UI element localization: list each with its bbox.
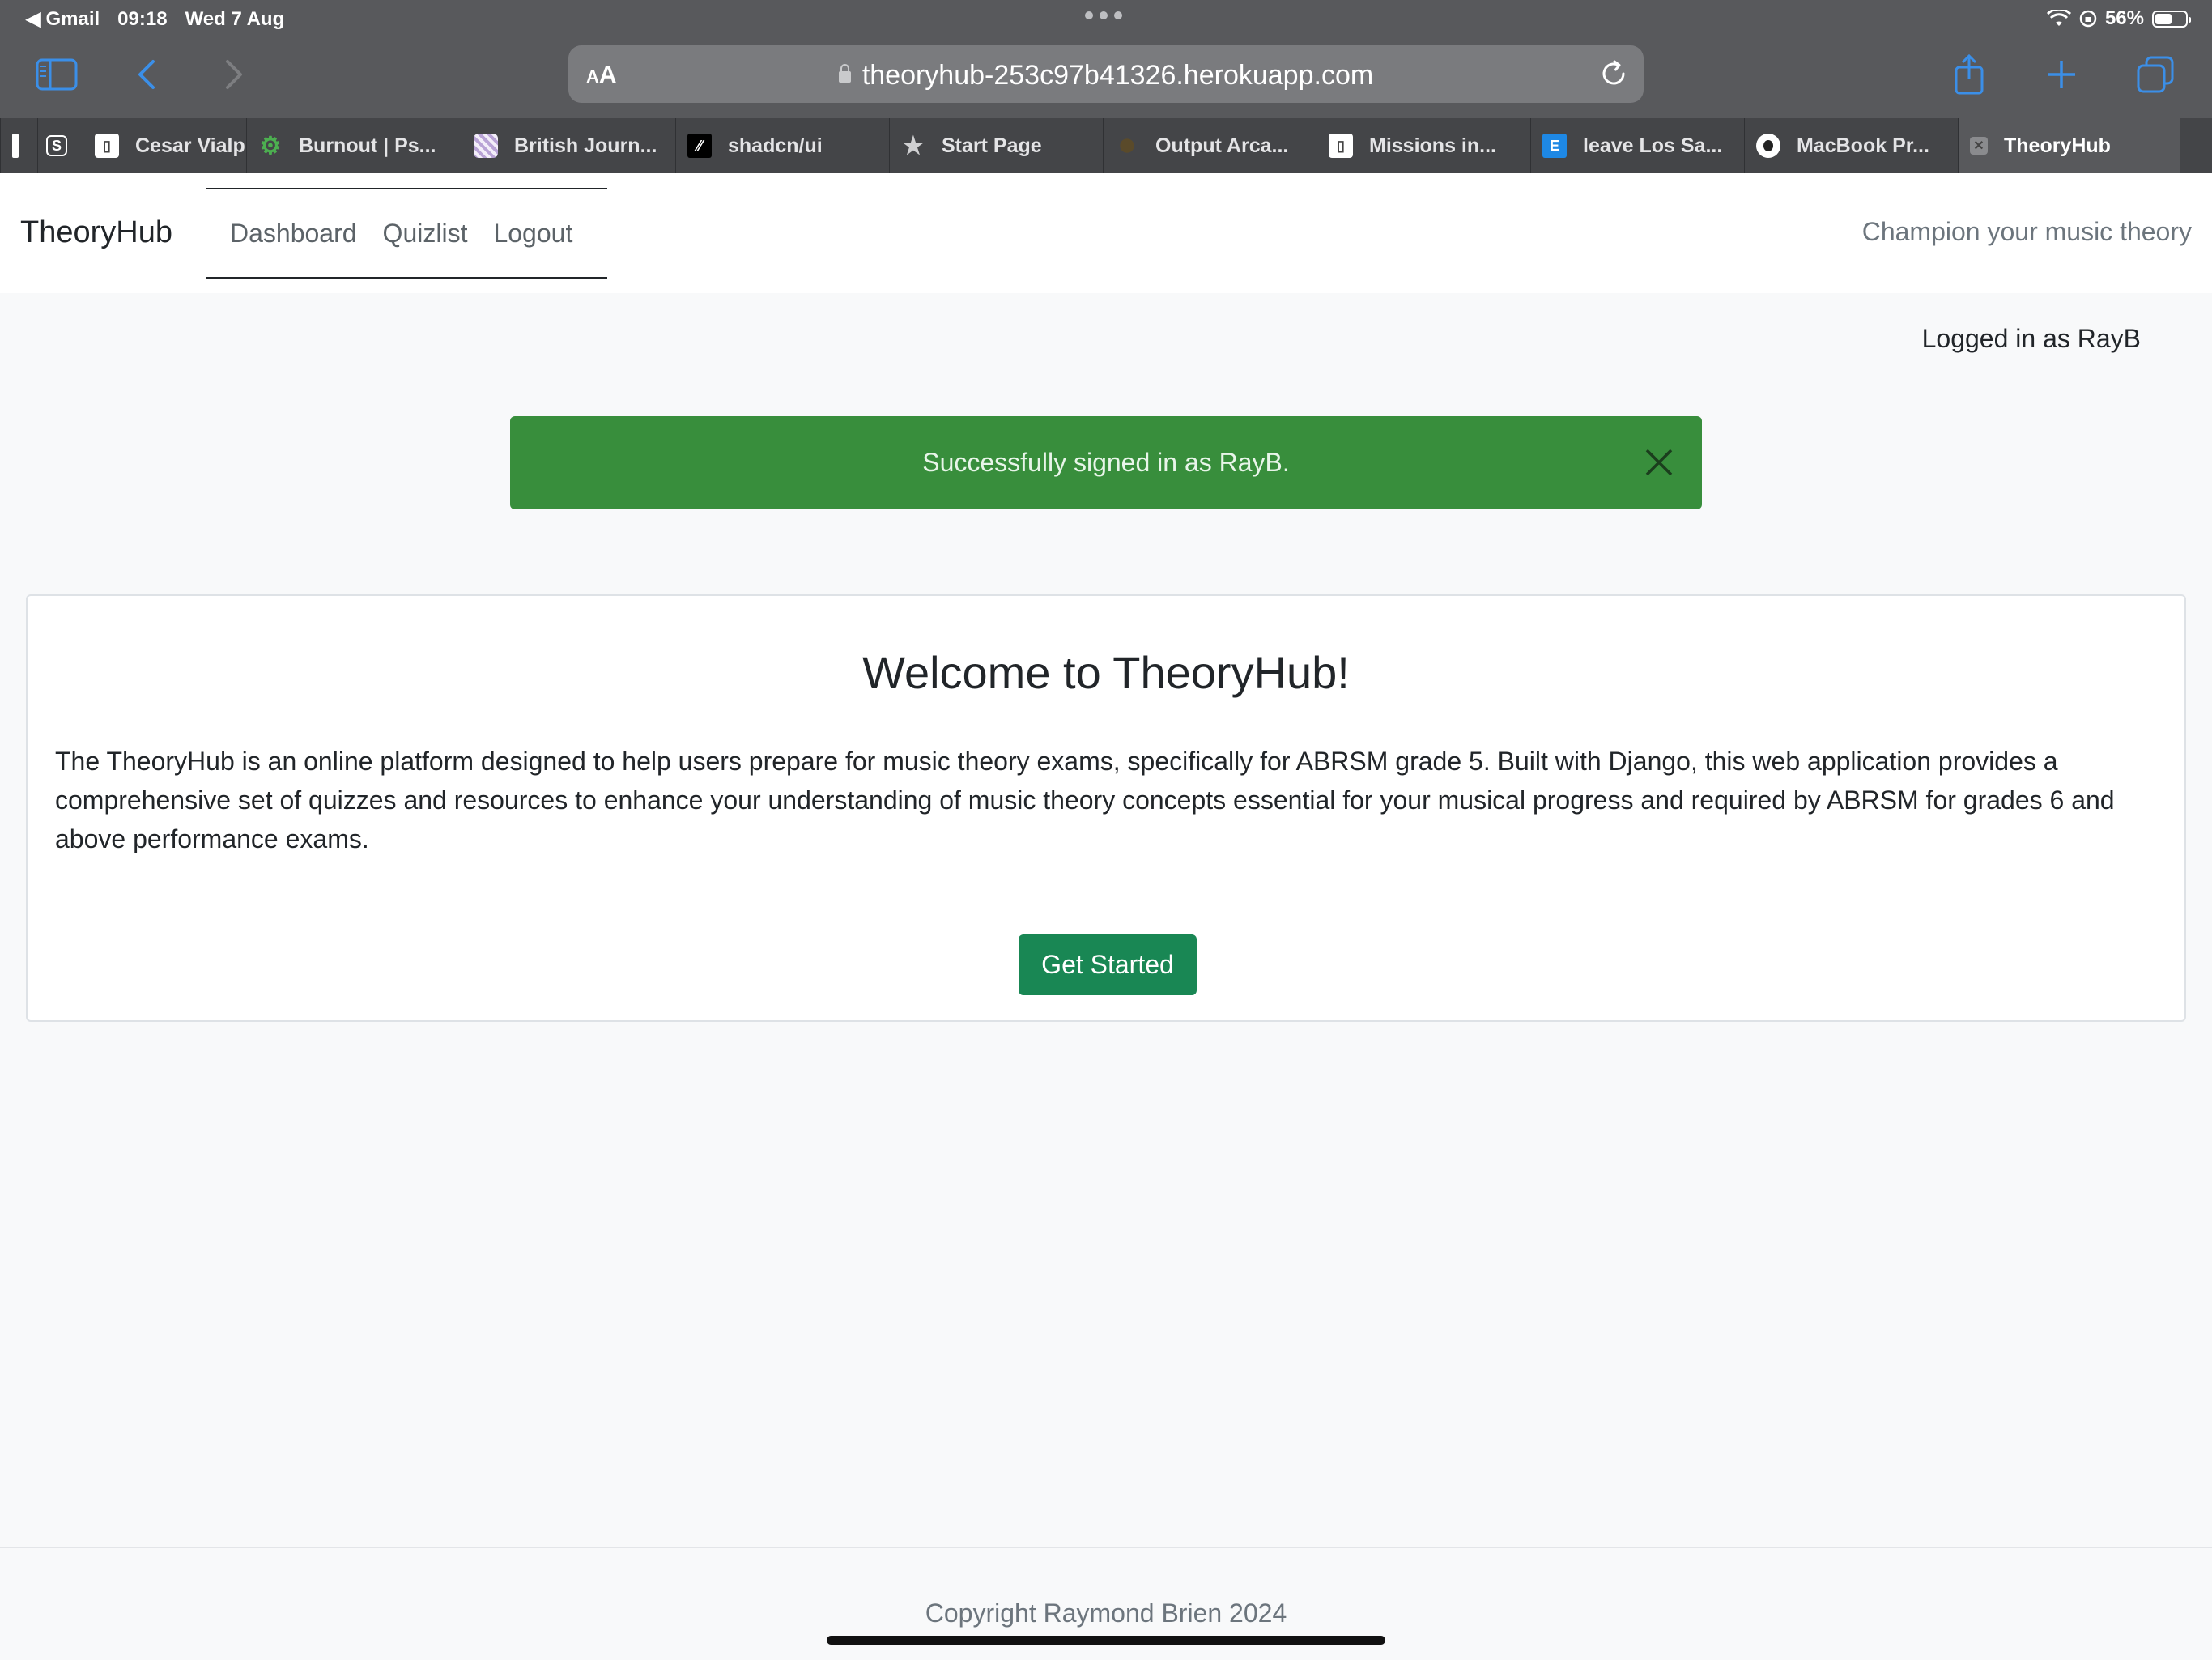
site-brand[interactable]: TheoryHub (20, 215, 172, 250)
tab-item[interactable]: MacBook Pr... (1744, 118, 1958, 173)
copyright-text: Copyright Raymond Brien 2024 (925, 1598, 1287, 1628)
battery-icon (2152, 10, 2191, 28)
tab-title: British Journ... (514, 134, 657, 157)
tab-item[interactable]: British Journ... (462, 118, 675, 173)
s-box-icon: S (46, 135, 67, 156)
tab-title: Missions in... (1369, 134, 1496, 157)
nav-quizlist-link[interactable]: Quizlist (383, 219, 468, 249)
reload-icon[interactable] (1597, 57, 1631, 91)
new-tab-icon[interactable] (2037, 50, 2086, 99)
site-tagline: Champion your music theory (1861, 217, 2192, 246)
address-bar[interactable]: AA theoryhub-253c97b41326.herokuapp.com (568, 45, 1644, 103)
tab-overview-icon[interactable] (2131, 50, 2180, 99)
back-to-app[interactable]: ◀ Gmail (26, 7, 100, 31)
tab-item[interactable]: E leave Los Sa... (1530, 118, 1744, 173)
red-mark-icon (12, 134, 19, 158)
tab-bar: S ▯ Cesar Vialp ⚙ Burnout | Ps... Britis… (0, 118, 2212, 173)
wifi-icon (2046, 10, 2071, 26)
gear-green-icon: ⚙ (259, 132, 282, 160)
browser-chrome: ◀ Gmail 09:18 Wed 7 Aug 56% AA theoryhub… (0, 0, 2212, 118)
status-bar: ◀ Gmail 09:18 Wed 7 Aug 56% (0, 0, 2212, 37)
nav-links: Dashboard Quizlist Logout (206, 188, 607, 279)
tab-item[interactable]: S (37, 118, 83, 173)
tab-item[interactable]: ★ Start Page (889, 118, 1103, 173)
tab-title: Start Page (942, 134, 1042, 157)
back-app-label: Gmail (45, 7, 100, 30)
e-box-icon: E (1542, 134, 1567, 158)
tab-item[interactable]: Output Arca... (1103, 118, 1317, 173)
tab-title: Cesar Vialp (135, 134, 245, 157)
tab-item[interactable]: ⁄⁄ shadcn/ui (675, 118, 889, 173)
star-icon: ★ (902, 132, 925, 160)
logged-in-status: Logged in as RayB (1921, 324, 2141, 353)
get-started-button[interactable]: Get Started (1019, 934, 1197, 995)
forward-arrow-icon[interactable] (209, 50, 257, 99)
page-icon: ▯ (1329, 134, 1353, 158)
tab-title: leave Los Sa... (1583, 134, 1723, 157)
apple-icon (1756, 134, 1780, 158)
slash-icon: ⁄⁄ (687, 134, 712, 158)
tab-item[interactable]: ▯ Missions in... (1317, 118, 1530, 173)
tab-item[interactable]: ⚙ Burnout | Ps... (246, 118, 462, 173)
orientation-lock-icon (2079, 10, 2097, 28)
status-time: 09:18 (117, 7, 168, 30)
share-icon[interactable] (1945, 50, 1993, 99)
close-icon[interactable] (1640, 444, 1678, 481)
tab-item-active[interactable]: ✕ TheoryHub (1958, 118, 2180, 173)
back-arrow-icon[interactable] (123, 50, 172, 99)
sidebar-toggle-icon[interactable] (32, 50, 81, 99)
back-triangle-icon: ◀ (26, 8, 41, 30)
status-date: Wed 7 Aug (185, 7, 285, 30)
home-indicator[interactable] (827, 1636, 1385, 1645)
circle-icon (1115, 134, 1139, 158)
tab-title: MacBook Pr... (1797, 134, 1929, 157)
tab-item[interactable]: ▯ Cesar Vialp (83, 118, 246, 173)
welcome-card: Welcome to TheoryHub! The TheoryHub is a… (26, 594, 2186, 1022)
url-text: theoryhub-253c97b41326.herokuapp.com (861, 60, 1374, 91)
welcome-title: Welcome to TheoryHub! (862, 647, 1350, 698)
alert-message: Successfully signed in as RayB. (922, 448, 1290, 477)
close-tab-icon[interactable]: ✕ (1970, 137, 1988, 155)
tab-title: Burnout | Ps... (299, 134, 436, 157)
welcome-description: The TheoryHub is an online platform desi… (55, 747, 2115, 853)
tab-item[interactable] (0, 118, 37, 173)
lock-icon (838, 64, 851, 83)
site-navbar: TheoryHub Dashboard Quizlist Logout Cham… (0, 173, 2212, 293)
tab-title: shadcn/ui (728, 134, 823, 157)
nav-dashboard-link[interactable]: Dashboard (230, 219, 357, 249)
tab-title: TheoryHub (2004, 134, 2111, 157)
page-icon: ▯ (95, 134, 119, 158)
nav-logout-link[interactable]: Logout (493, 219, 572, 249)
battery-percent: 56% (2104, 7, 2144, 29)
multitasking-dots-icon[interactable] (1085, 11, 1122, 19)
pattern-icon (474, 134, 498, 158)
success-alert: Successfully signed in as RayB. (510, 416, 1702, 509)
tab-title: Output Arca... (1155, 134, 1289, 157)
